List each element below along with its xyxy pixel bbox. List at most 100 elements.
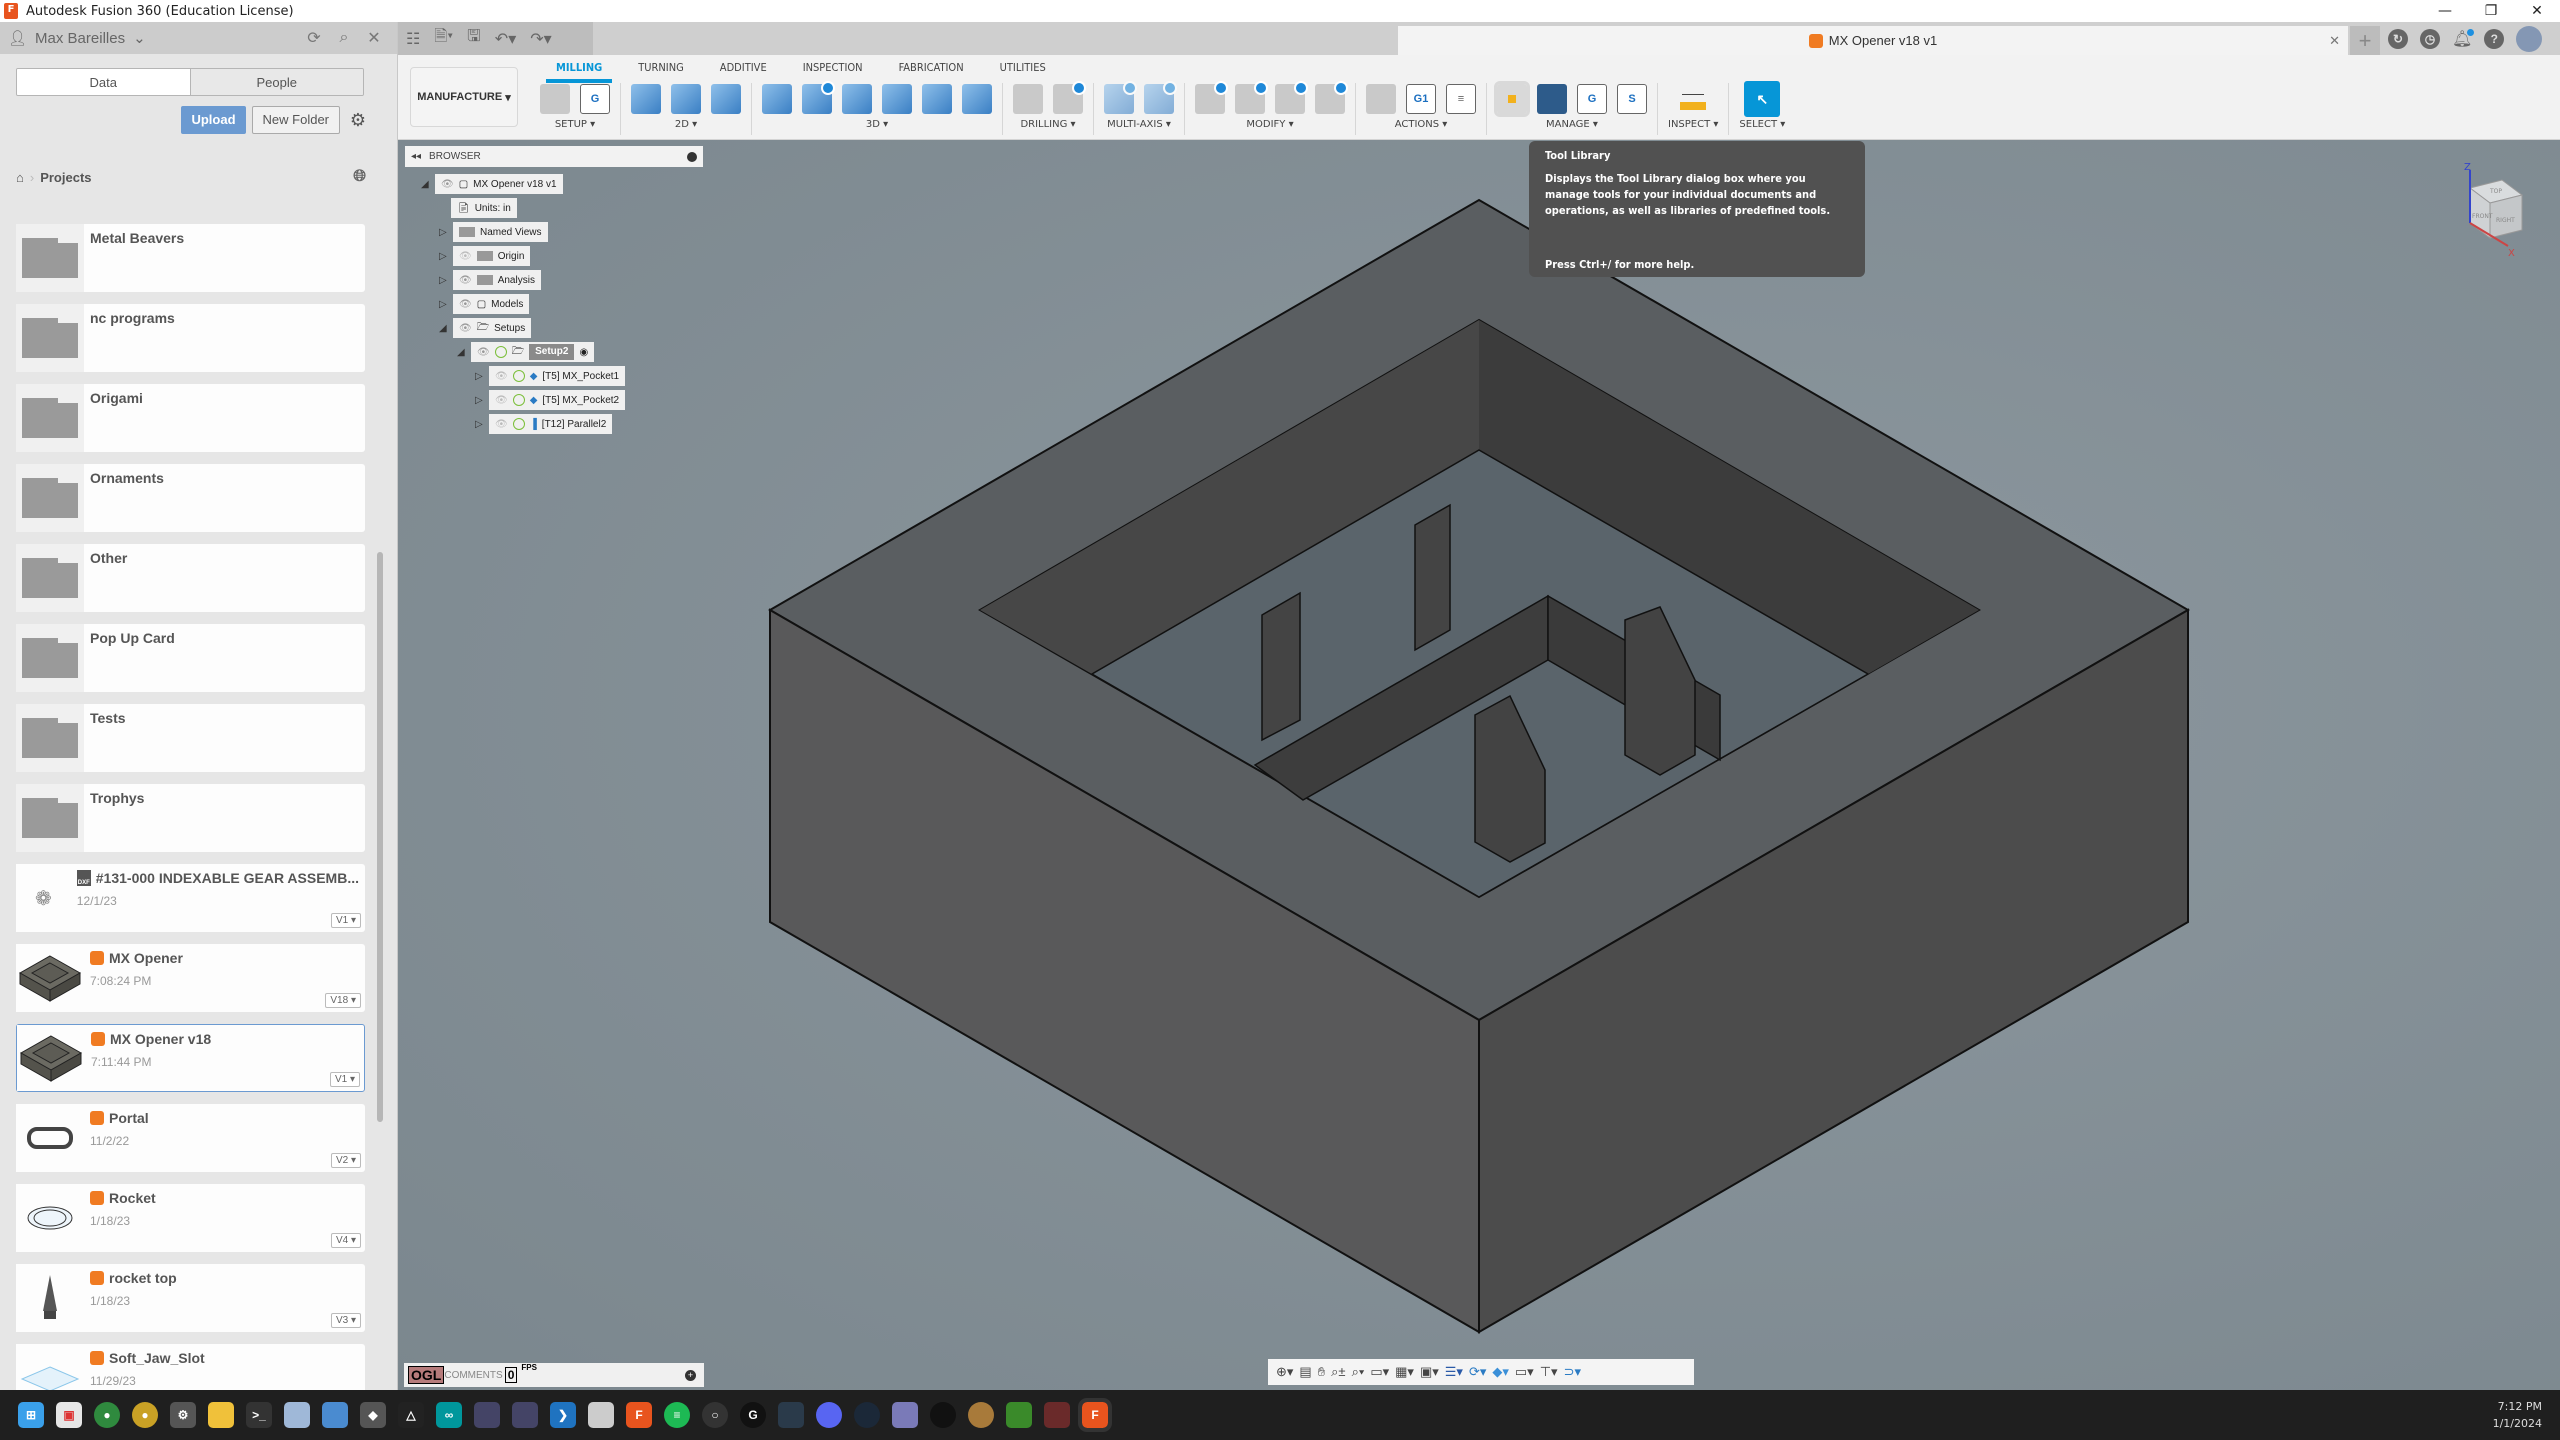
- tree-node-setup2[interactable]: ◢ 👁︎ 🗁︎ Setup2 ◉: [457, 342, 595, 362]
- tree-node-operation[interactable]: ▷ 👁︎ ◆ [T5] MX_Pocket2: [475, 390, 626, 410]
- close-button[interactable]: ✕: [2514, 0, 2560, 22]
- group-inspect-menu[interactable]: INSPECT ▾: [1668, 119, 1718, 130]
- spotify-icon[interactable]: ≡: [664, 1402, 690, 1428]
- breadcrumb-projects[interactable]: Projects: [40, 170, 91, 185]
- affinity-icon[interactable]: △: [398, 1402, 424, 1428]
- folder-item[interactable]: Tests: [16, 704, 365, 772]
- eye-icon[interactable]: 👁︎: [441, 179, 454, 190]
- multi-axis-contour-icon[interactable]: [1144, 81, 1177, 114]
- vpn-icon[interactable]: [512, 1402, 538, 1428]
- terminal-icon[interactable]: >_: [246, 1402, 272, 1428]
- store-icon[interactable]: ▣: [56, 1402, 82, 1428]
- version-dropdown[interactable]: V1 ▾: [330, 913, 361, 928]
- collapse-icon[interactable]: ◢: [421, 179, 435, 190]
- group-3d-menu[interactable]: 3D ▾: [866, 119, 888, 130]
- group-2d-menu[interactable]: 2D ▾: [675, 119, 697, 130]
- tab-turning[interactable]: TURNING: [620, 61, 702, 79]
- zoom-icon[interactable]: ⌕±: [1331, 1364, 1345, 1380]
- tab-milling[interactable]: MILLING: [538, 61, 620, 83]
- game2-icon[interactable]: [1044, 1402, 1070, 1428]
- fit-icon[interactable]: ⌕▾: [1352, 1364, 1365, 1380]
- tab-data[interactable]: Data: [17, 69, 190, 95]
- davinci-resolve-icon[interactable]: [778, 1402, 804, 1428]
- version-dropdown[interactable]: V18 ▾: [325, 993, 361, 1008]
- adaptive-clearing-icon[interactable]: [762, 84, 792, 114]
- viewports-icon[interactable]: ▣▾: [1420, 1364, 1439, 1380]
- new-folder-button[interactable]: New Folder: [251, 106, 340, 134]
- eye-hidden-icon[interactable]: 👁︎: [495, 419, 508, 430]
- folder-item[interactable]: Pop Up Card: [16, 624, 365, 692]
- folder-item[interactable]: Metal Beavers: [16, 224, 365, 292]
- collapse-icon[interactable]: ◢: [457, 347, 471, 358]
- group-drilling-menu[interactable]: DRILLING ▾: [1020, 119, 1075, 130]
- grid-icon[interactable]: ▦▾: [1395, 1364, 1414, 1380]
- tree-node-operation[interactable]: ▷ 👁︎ ▐ [T12] Parallel2: [475, 414, 613, 434]
- expand-icon[interactable]: ▷: [475, 419, 489, 430]
- group-actions-menu[interactable]: ACTIONS ▾: [1395, 119, 1448, 130]
- eye-icon[interactable]: 👁︎: [459, 299, 472, 310]
- chrome-profile-icon[interactable]: ●: [94, 1402, 120, 1428]
- arduino-icon[interactable]: ∞: [436, 1402, 462, 1428]
- viewport-canvas[interactable]: [398, 140, 2560, 1390]
- new-tab-button[interactable]: +: [2350, 26, 2380, 55]
- logitech-icon[interactable]: G: [740, 1402, 766, 1428]
- nc-program-icon[interactable]: G: [580, 84, 610, 114]
- eye-icon[interactable]: 👁︎: [459, 275, 472, 286]
- minimize-button[interactable]: —: [2422, 0, 2468, 22]
- expand-icon[interactable]: ▷: [439, 227, 453, 238]
- drill-icon[interactable]: [1013, 84, 1043, 114]
- steam-icon[interactable]: [854, 1402, 880, 1428]
- notifications-icon[interactable]: 🔔︎: [2452, 28, 2475, 49]
- pan-icon[interactable]: ✋︎: [1318, 1364, 1325, 1380]
- face-icon[interactable]: [711, 84, 741, 114]
- display-settings-icon[interactable]: ▭▾: [1370, 1364, 1389, 1380]
- group-multi-axis-menu[interactable]: MULTI-AXIS ▾: [1107, 119, 1171, 130]
- discord-icon[interactable]: [816, 1402, 842, 1428]
- tree-node-origin[interactable]: ▷ 👁︎ Origin: [439, 246, 531, 266]
- parallel-icon[interactable]: [882, 84, 912, 114]
- undo-icon[interactable]: ↶▾: [495, 29, 516, 49]
- group-manage-menu[interactable]: MANAGE ▾: [1546, 119, 1598, 130]
- search-icon[interactable]: ⌕: [329, 29, 359, 47]
- eye-hidden-icon[interactable]: 👁︎: [495, 371, 508, 382]
- file-item[interactable]: rocket top 1/18/23 V3 ▾: [16, 1264, 365, 1332]
- file-menu-icon[interactable]: 🗎︎▾: [434, 25, 453, 52]
- gear-icon[interactable]: ⚙: [346, 110, 370, 131]
- machine-library-icon[interactable]: [1537, 84, 1567, 114]
- tree-node-setups[interactable]: ◢ 👁︎ 🗁︎ Setups: [439, 318, 532, 338]
- add-comment-icon[interactable]: +: [685, 1369, 696, 1381]
- tool-library-icon[interactable]: [1494, 81, 1530, 117]
- game-icon[interactable]: [892, 1402, 918, 1428]
- tree-node-operation[interactable]: ▷ 👁︎ ◆ [T5] MX_Pocket1: [475, 366, 626, 386]
- scallop-icon[interactable]: [922, 84, 952, 114]
- restore-button[interactable]: ❐: [2468, 0, 2514, 22]
- pattern-icon[interactable]: [1315, 81, 1348, 114]
- activate-radio-icon[interactable]: ◉: [579, 347, 588, 358]
- tab-people[interactable]: People: [189, 69, 363, 95]
- refresh-icon[interactable]: ⟳: [299, 28, 329, 48]
- expand-icon[interactable]: ▷: [439, 299, 453, 310]
- machine-icon[interactable]: ▭▾: [1515, 1364, 1534, 1380]
- tab-additive[interactable]: ADDITIVE: [702, 61, 785, 79]
- eye-icon[interactable]: 👁︎: [459, 323, 472, 334]
- close-tab-icon[interactable]: ✕: [2329, 33, 2340, 49]
- system-clock[interactable]: 7:12 PM 1/1/2024: [2493, 1398, 2542, 1432]
- history-icon[interactable]: ◷: [2420, 28, 2440, 49]
- swarf-icon[interactable]: [1104, 81, 1137, 114]
- look-at-icon[interactable]: ▤: [1299, 1364, 1311, 1380]
- folder-item[interactable]: Trophys: [16, 784, 365, 852]
- group-select-menu[interactable]: SELECT ▾: [1739, 119, 1785, 130]
- collapse-browser-icon[interactable]: ◂◂: [411, 151, 421, 162]
- fusion-360-active-icon[interactable]: F: [1078, 1398, 1112, 1432]
- vscode-icon[interactable]: ❯: [550, 1402, 576, 1428]
- minecraft-icon[interactable]: [1006, 1402, 1032, 1428]
- file-item-selected[interactable]: MX Opener v18 7:11:44 PM V1 ▾: [16, 1024, 365, 1092]
- tree-node-root[interactable]: ◢ 👁︎ ▢ MX Opener v18 v1: [421, 174, 563, 194]
- start-icon[interactable]: ⊞: [18, 1402, 44, 1428]
- python-icon[interactable]: [588, 1402, 614, 1428]
- delete-toolpath-icon[interactable]: [1235, 81, 1268, 114]
- steep-shallow-icon[interactable]: [842, 84, 872, 114]
- tool-orientation-icon[interactable]: [1275, 81, 1308, 114]
- settings-icon[interactable]: ⚙: [170, 1402, 196, 1428]
- blender-icon[interactable]: [968, 1402, 994, 1428]
